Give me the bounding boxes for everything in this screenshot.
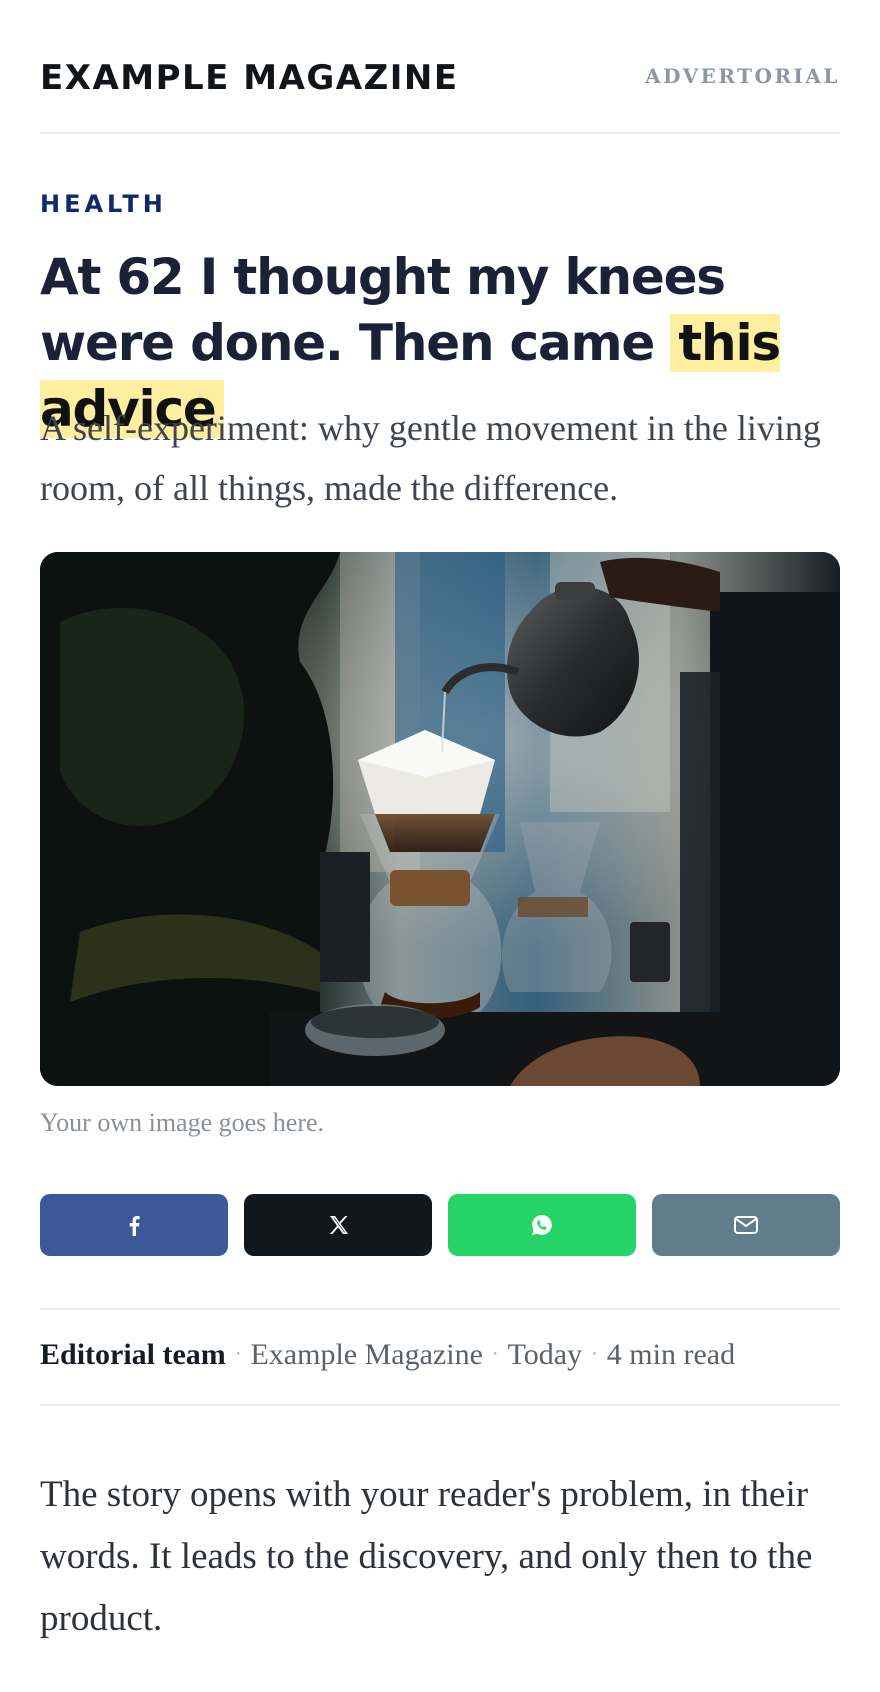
separator-dot: · [591,1343,598,1365]
byline-divider-bottom [40,1404,840,1406]
image-caption: Your own image goes here. [40,1108,325,1137]
byline-author[interactable]: Editorial team [40,1338,226,1371]
byline-divider-top [40,1308,840,1310]
byline-publication: Example Magazine [250,1338,483,1371]
headline-text: At 62 I thought my knees were done. Then… [40,248,726,372]
advertorial-label: ADVERTORIAL [645,64,840,88]
site-logo[interactable]: EXAMPLE MAGAZINE [40,58,459,98]
masthead-divider [40,132,840,134]
whatsapp-icon [532,1215,552,1235]
category-kicker[interactable]: HEALTH [40,190,167,218]
byline: Editorial team · Example Magazine · Today · 4 … [40,1338,735,1372]
share-x-button[interactable] [244,1194,432,1256]
article-dek: A self-experiment: why gentle movement i… [40,408,821,508]
share-email-button[interactable] [652,1194,840,1256]
masthead: EXAMPLE MAGAZINE ADVERTORIAL [40,52,840,102]
facebook-icon [129,1216,140,1236]
share-bar [40,1194,840,1256]
byline-read-time: 4 min read [606,1338,736,1371]
hero-image [40,552,840,1086]
share-whatsapp-button[interactable] [448,1194,636,1256]
mail-icon [734,1216,758,1234]
byline-date: Today [507,1338,583,1371]
separator-dot: · [491,1343,499,1365]
x-icon [329,1216,348,1234]
article-body-paragraph: The story opens with your reader's probl… [40,1474,813,1639]
share-facebook-button[interactable] [40,1194,228,1256]
separator-dot: · [234,1343,242,1365]
